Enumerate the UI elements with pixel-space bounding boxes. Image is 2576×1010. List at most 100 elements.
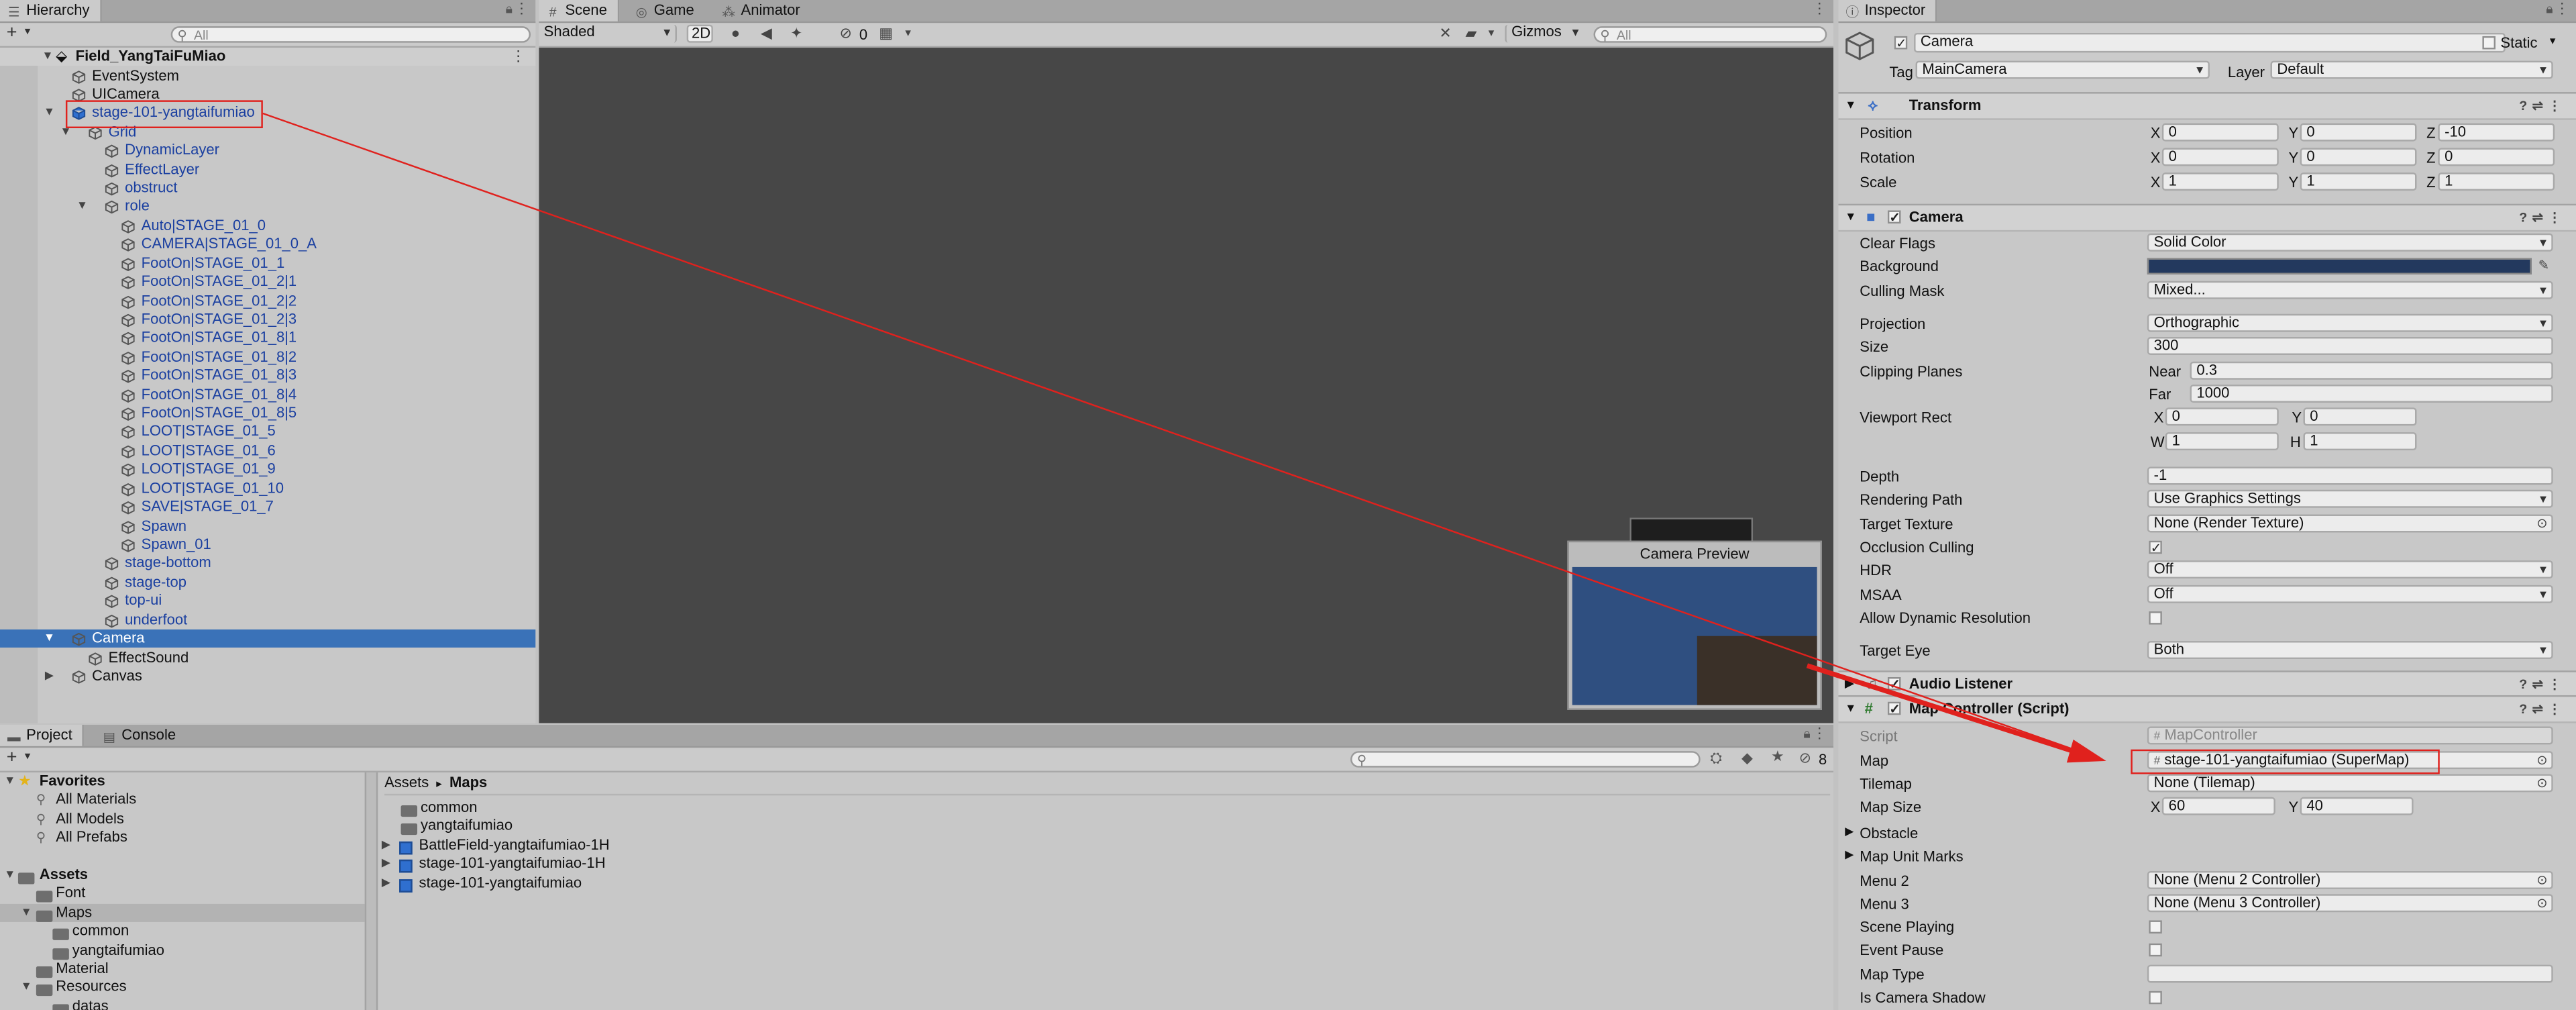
scene-root-row[interactable]: ▼ ⬙ Field_YangTaiFuMiao ⋮ [0, 48, 536, 66]
msaa-dropdown[interactable]: Off [2147, 585, 2553, 603]
asset-folder-item[interactable]: Material [0, 960, 365, 978]
chevron-down-icon[interactable]: ▾ [25, 750, 31, 762]
scene-search-input[interactable]: ⚲ All [1593, 26, 1827, 43]
viewport-y-input[interactable]: 0 [2303, 407, 2417, 426]
shading-mode-dropdown[interactable]: Shaded [539, 24, 677, 43]
search-by-label-icon[interactable]: ◆ [1741, 750, 1753, 768]
menu2-field[interactable]: None (Menu 2 Controller) [2147, 870, 2553, 889]
transform-y-input[interactable]: 0 [2300, 123, 2417, 142]
hierarchy-item[interactable]: underfoot [0, 611, 535, 629]
hierarchy-item[interactable]: top-ui [0, 592, 535, 611]
dynamic-resolution-checkbox[interactable] [2149, 611, 2162, 625]
expand-arrow-icon[interactable]: ▶ [1845, 822, 1854, 845]
effects-icon[interactable]: ✦ [790, 25, 802, 43]
tilemap-field[interactable]: None (Tilemap) [2147, 774, 2553, 793]
target-texture-field[interactable]: None (Render Texture) [2147, 514, 2553, 533]
hdr-dropdown[interactable]: Off [2147, 560, 2553, 579]
transform-z-input[interactable]: 1 [2438, 172, 2555, 191]
hidden-objects-icon[interactable]: ⊘ [839, 25, 851, 43]
expand-arrow-icon[interactable]: ▼ [43, 629, 56, 648]
kebab-menu-icon[interactable]: ⋮ [515, 0, 529, 18]
transform-z-input[interactable]: -10 [2438, 123, 2555, 142]
eyedropper-icon[interactable]: ✎ [2538, 255, 2549, 278]
lock-icon[interactable]: 🔒︎ [1803, 726, 1810, 742]
hierarchy-item[interactable]: FootOn|STAGE_01_2|3 [0, 311, 535, 330]
tab-console[interactable]: ▤ Console [95, 725, 186, 746]
breadcrumb-assets[interactable]: Assets [384, 774, 429, 790]
map-size-y-input[interactable]: 40 [2300, 797, 2414, 815]
map-controller-header[interactable]: ▼ # ✓ Map Controller (Script) ?⇌⋮ [1838, 695, 2576, 723]
hierarchy-item[interactable]: FootOn|STAGE_01_8|3 [0, 367, 535, 386]
tools-icon[interactable]: ✕ [1439, 25, 1451, 43]
favorite-item[interactable]: ⚲ All Materials [0, 791, 365, 810]
viewport-h-input[interactable]: 1 [2303, 432, 2417, 451]
asset-item[interactable]: ▶ stage-101-yangtaifumiao-1H [380, 855, 1833, 874]
chevron-down-icon[interactable]: ▾ [905, 26, 911, 40]
component-menu-icons[interactable]: ?⇌⋮ [2519, 205, 2566, 230]
hidden-packages-icon[interactable]: ⊘ [1799, 750, 1811, 768]
hierarchy-item[interactable]: obstruct [0, 179, 535, 198]
viewport-w-input[interactable]: 1 [2165, 432, 2279, 451]
tab-hierarchy[interactable]: ☰ Hierarchy [0, 0, 101, 21]
favorite-item[interactable]: ⚲ All Prefabs [0, 829, 365, 848]
asset-item[interactable]: common [380, 799, 1833, 817]
expand-arrow-icon[interactable]: ▶ [380, 836, 393, 855]
hierarchy-item[interactable]: Spawn [0, 517, 535, 536]
project-search-input[interactable]: ⚲ [1350, 751, 1701, 768]
far-input[interactable]: 1000 [2190, 385, 2553, 403]
culling-mask-dropdown[interactable]: Mixed... [2147, 281, 2553, 299]
object-picker-icon[interactable]: ⊙ [2536, 750, 2547, 772]
expand-arrow-icon[interactable]: ▼ [3, 772, 17, 791]
asset-folder-item[interactable]: common [0, 922, 365, 941]
collapse-arrow-icon[interactable]: ▼ [1845, 205, 1856, 230]
transform-header[interactable]: ▼ ⟡ Transform ?⇌⋮ [1838, 92, 2576, 120]
expand-arrow-icon[interactable]: ▼ [41, 48, 54, 66]
hierarchy-item[interactable]: CAMERA|STAGE_01_0_A [0, 236, 535, 254]
hierarchy-item[interactable]: FootOn|STAGE_01_2|1 [0, 273, 535, 292]
hierarchy-item[interactable]: EventSystem [0, 66, 535, 85]
favorite-star-icon[interactable]: ★ [1771, 748, 1784, 766]
hierarchy-item[interactable]: LOOT|STAGE_01_10 [0, 479, 535, 498]
camera-component-header[interactable]: ▼ ■ ✓ Camera ?⇌⋮ [1838, 203, 2576, 232]
asset-folder-item[interactable]: yangtaifumiao [0, 941, 365, 960]
size-input[interactable]: 300 [2147, 337, 2553, 355]
hierarchy-item[interactable]: FootOn|STAGE_01_8|4 [0, 386, 535, 405]
hierarchy-item[interactable]: LOOT|STAGE_01_9 [0, 460, 535, 479]
hierarchy-item[interactable]: FootOn|STAGE_01_8|1 [0, 330, 535, 348]
viewport-x-input[interactable]: 0 [2165, 407, 2279, 426]
object-picker-icon[interactable]: ⊙ [2536, 893, 2547, 915]
add-icon[interactable]: + [7, 23, 17, 44]
object-picker-icon[interactable]: ⊙ [2536, 772, 2547, 795]
kebab-menu-icon[interactable]: ⋮ [1812, 0, 1827, 18]
gizmos-dropdown[interactable]: Gizmos [1505, 24, 1584, 43]
chevron-down-icon[interactable]: ▾ [2550, 34, 2556, 48]
hierarchy-item[interactable]: FootOn|STAGE_01_8|5 [0, 405, 535, 423]
camera-enabled-checkbox[interactable]: ✓ [1887, 210, 1901, 224]
hierarchy-item[interactable]: EffectSound [0, 648, 535, 667]
asset-folder-item[interactable]: ▼ Maps [0, 903, 365, 923]
hierarchy-item[interactable]: Spawn_01 [0, 536, 535, 554]
obstacle-row[interactable]: ▶ Obstacle [1838, 822, 2576, 845]
target-eye-dropdown[interactable]: Both [2147, 641, 2553, 660]
expand-arrow-icon[interactable]: ▼ [43, 104, 56, 123]
favorite-item[interactable]: ⚲ All Models [0, 810, 365, 829]
background-color-swatch[interactable] [2147, 258, 2532, 274]
camera-shadow-checkbox[interactable] [2149, 991, 2162, 1005]
add-icon[interactable]: + [7, 748, 17, 769]
hierarchy-item[interactable]: Auto|STAGE_01_0 [0, 217, 535, 236]
expand-arrow-icon[interactable]: ▼ [76, 198, 89, 217]
hierarchy-item[interactable]: SAVE|STAGE_01_7 [0, 498, 535, 517]
static-checkbox[interactable] [2482, 36, 2496, 50]
expand-arrow-icon[interactable]: ▶ [1845, 845, 1854, 868]
chevron-down-icon[interactable]: ▾ [25, 25, 31, 38]
active-checkbox[interactable]: ✓ [1894, 36, 1908, 50]
near-input[interactable]: 0.3 [2190, 361, 2553, 380]
collapse-arrow-icon[interactable]: ▼ [1845, 697, 1856, 721]
expand-arrow-icon[interactable]: ▼ [19, 978, 33, 997]
occlusion-checkbox[interactable]: ✓ [2149, 540, 2162, 555]
object-picker-icon[interactable]: ⊙ [2536, 513, 2547, 536]
expand-arrow-icon[interactable]: ▶ [380, 855, 393, 874]
event-pause-checkbox[interactable] [2149, 943, 2162, 957]
menu3-field[interactable]: None (Menu 3 Controller) [2147, 894, 2553, 913]
lighting-icon[interactable]: ● [731, 25, 740, 41]
